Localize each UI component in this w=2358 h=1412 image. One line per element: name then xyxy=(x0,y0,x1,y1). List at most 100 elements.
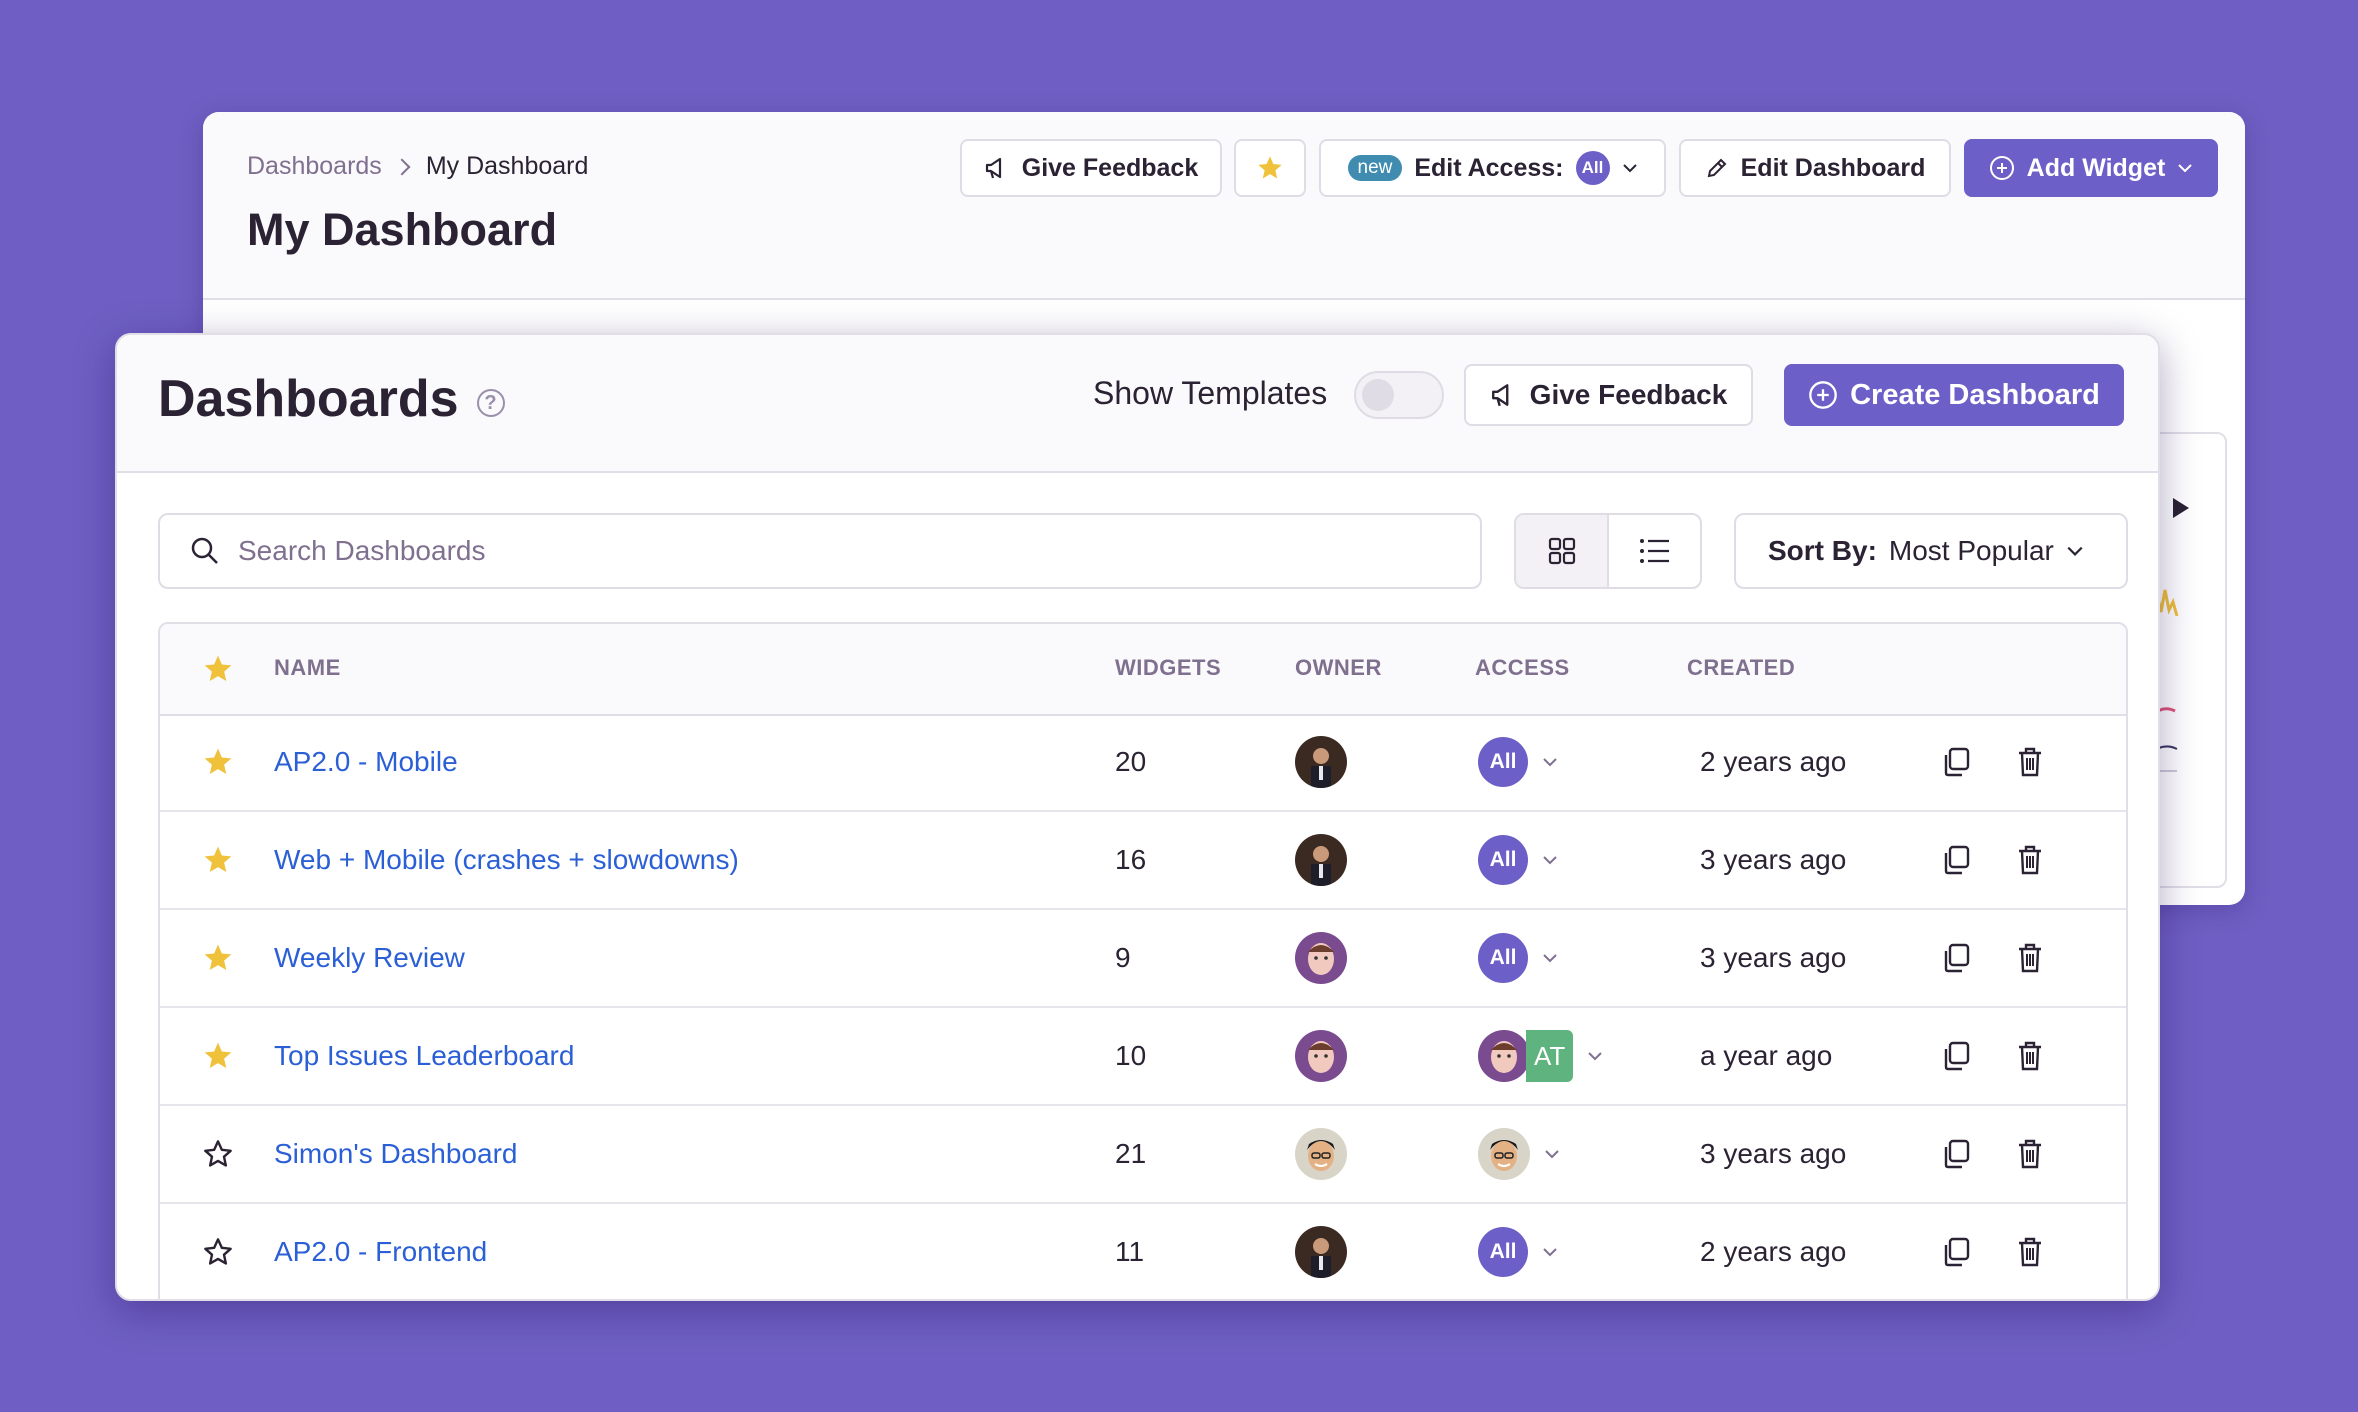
access-dropdown[interactable]: All xyxy=(1478,812,1558,908)
created-date: 2 years ago xyxy=(1700,746,1847,777)
trash-icon[interactable] xyxy=(2017,1237,2043,1267)
chevron-down-icon[interactable] xyxy=(1542,1247,1558,1257)
dashboard-name-link[interactable]: AP2.0 - Frontend xyxy=(274,1204,487,1299)
plus-circle-icon xyxy=(1989,156,2014,180)
duplicate-button[interactable] xyxy=(1942,1008,1970,1104)
dashboard-name-link[interactable]: Web + Mobile (crashes + slowdowns) xyxy=(274,812,739,908)
chevron-down-icon[interactable] xyxy=(1542,855,1558,865)
dashboards-header: Dashboards ? Show Templates Give Feedbac… xyxy=(117,335,2158,473)
trash-icon[interactable] xyxy=(2017,1139,2043,1169)
edit-access-button[interactable]: new Edit Access: All xyxy=(1319,139,1666,197)
add-widget-label: Add Widget xyxy=(2026,153,2166,182)
chevron-down-icon xyxy=(2067,546,2083,556)
edit-dashboard-button[interactable]: Edit Dashboard xyxy=(1679,139,1951,197)
trash-icon[interactable] xyxy=(2017,1041,2043,1071)
column-header-name[interactable]: NAME xyxy=(274,655,341,681)
star-icon[interactable] xyxy=(202,653,234,685)
table-header: NAME WIDGETS OWNER ACCESS CREATED xyxy=(160,624,2126,716)
star-button[interactable] xyxy=(1234,139,1306,197)
star-filled-icon[interactable] xyxy=(202,1040,234,1072)
chevron-down-icon[interactable] xyxy=(1542,757,1558,767)
widget-count: 21 xyxy=(1115,1138,1147,1169)
table-row[interactable]: Web + Mobile (crashes + slowdowns) 16 All 3… xyxy=(160,812,2126,910)
star-filled-icon[interactable] xyxy=(202,844,234,876)
duplicate-icon[interactable] xyxy=(1942,1237,1970,1267)
table-row[interactable]: AP2.0 - Mobile 20 All 2 years ago xyxy=(160,714,2126,812)
dashboard-name-link[interactable]: Simon's Dashboard xyxy=(274,1106,517,1202)
table-row[interactable]: Simon's Dashboard 21 3 years ago xyxy=(160,1106,2126,1204)
search-field[interactable] xyxy=(158,513,1482,589)
give-feedback-label: Give Feedback xyxy=(1021,153,1199,182)
chevron-down-icon[interactable] xyxy=(1587,1051,1603,1061)
dashboard-name-link[interactable]: Top Issues Leaderboard xyxy=(274,1008,574,1104)
chevron-down-icon[interactable] xyxy=(1544,1149,1560,1159)
column-header-access[interactable]: ACCESS xyxy=(1475,655,1570,681)
star-outline-icon[interactable] xyxy=(202,1236,234,1268)
duplicate-button[interactable] xyxy=(1942,714,1970,810)
access-all-chip: All xyxy=(1478,835,1528,885)
megaphone-icon xyxy=(985,157,1001,179)
trash-icon[interactable] xyxy=(2017,845,2043,875)
star-filled-icon[interactable] xyxy=(202,746,234,778)
delete-button[interactable] xyxy=(2017,714,2043,810)
sort-dropdown[interactable]: Sort By: Most Popular xyxy=(1734,513,2128,589)
duplicate-icon[interactable] xyxy=(1942,1139,1970,1169)
search-input[interactable] xyxy=(236,534,1340,568)
duplicate-button[interactable] xyxy=(1942,1204,1970,1299)
avatar xyxy=(1295,932,1347,984)
access-dropdown[interactable]: AT xyxy=(1478,1008,1603,1104)
duplicate-icon[interactable] xyxy=(1942,1041,1970,1071)
access-dropdown[interactable]: All xyxy=(1478,1204,1558,1299)
duplicate-icon[interactable] xyxy=(1942,943,1970,973)
list-view-button[interactable] xyxy=(1609,515,1700,587)
show-templates-toggle[interactable] xyxy=(1354,371,1444,419)
duplicate-icon[interactable] xyxy=(1942,747,1970,777)
avatar xyxy=(1295,1226,1347,1278)
delete-button[interactable] xyxy=(2017,812,2043,908)
access-dropdown[interactable] xyxy=(1478,1106,1560,1202)
dashboard-name-link[interactable]: Weekly Review xyxy=(274,910,465,1006)
column-header-owner[interactable]: OWNER xyxy=(1295,655,1382,681)
duplicate-icon[interactable] xyxy=(1942,845,1970,875)
delete-button[interactable] xyxy=(2017,1106,2043,1202)
play-icon[interactable] xyxy=(2171,496,2191,520)
duplicate-button[interactable] xyxy=(1942,1106,1970,1202)
breadcrumb-dashboards[interactable]: Dashboards xyxy=(247,152,382,181)
duplicate-button[interactable] xyxy=(1942,910,1970,1006)
column-header-created[interactable]: CREATED xyxy=(1687,655,1795,681)
duplicate-button[interactable] xyxy=(1942,812,1970,908)
created-date: 3 years ago xyxy=(1700,1138,1847,1169)
give-feedback-button[interactable]: Give Feedback xyxy=(960,139,1222,197)
widget-count: 16 xyxy=(1115,844,1147,875)
create-dashboard-button[interactable]: Create Dashboard xyxy=(1784,364,2124,426)
delete-button[interactable] xyxy=(2017,1008,2043,1104)
column-header-widgets[interactable]: WIDGETS xyxy=(1115,655,1221,681)
star-filled-icon[interactable] xyxy=(202,942,234,974)
grid-view-button[interactable] xyxy=(1516,515,1609,587)
help-icon[interactable]: ? xyxy=(476,389,505,417)
avatar xyxy=(1295,834,1347,886)
trash-icon[interactable] xyxy=(2017,747,2043,777)
trash-icon[interactable] xyxy=(2017,943,2043,973)
dashboard-name-link[interactable]: AP2.0 - Mobile xyxy=(274,714,458,810)
breadcrumb-current: My Dashboard xyxy=(425,152,589,180)
view-toggle xyxy=(1514,513,1702,589)
delete-button[interactable] xyxy=(2017,1204,2043,1299)
sort-label: Sort By: xyxy=(1768,535,1877,566)
table-row[interactable]: Weekly Review 9 All 3 years ago xyxy=(160,910,2126,1008)
access-dropdown[interactable]: All xyxy=(1478,714,1558,810)
create-dashboard-label: Create Dashboard xyxy=(1850,378,2100,411)
widget-count: 11 xyxy=(1115,1236,1145,1267)
add-widget-button[interactable]: Add Widget xyxy=(1964,139,2218,197)
created-date: 3 years ago xyxy=(1700,844,1847,875)
give-feedback-button[interactable]: Give Feedback xyxy=(1464,364,1753,426)
sort-value: Most Popular xyxy=(1888,535,2054,566)
access-dropdown[interactable]: All xyxy=(1478,910,1558,1006)
delete-button[interactable] xyxy=(2017,910,2043,1006)
table-row[interactable]: Top Issues Leaderboard 10 AT a year ago xyxy=(160,1008,2126,1106)
chevron-down-icon[interactable] xyxy=(1542,953,1558,963)
dashboards-title: Dashboards ? xyxy=(158,369,505,429)
star-outline-icon[interactable] xyxy=(202,1138,234,1170)
edit-access-label: Edit Access: xyxy=(1414,153,1564,182)
table-row[interactable]: AP2.0 - Frontend 11 All 2 years ago xyxy=(160,1204,2126,1299)
